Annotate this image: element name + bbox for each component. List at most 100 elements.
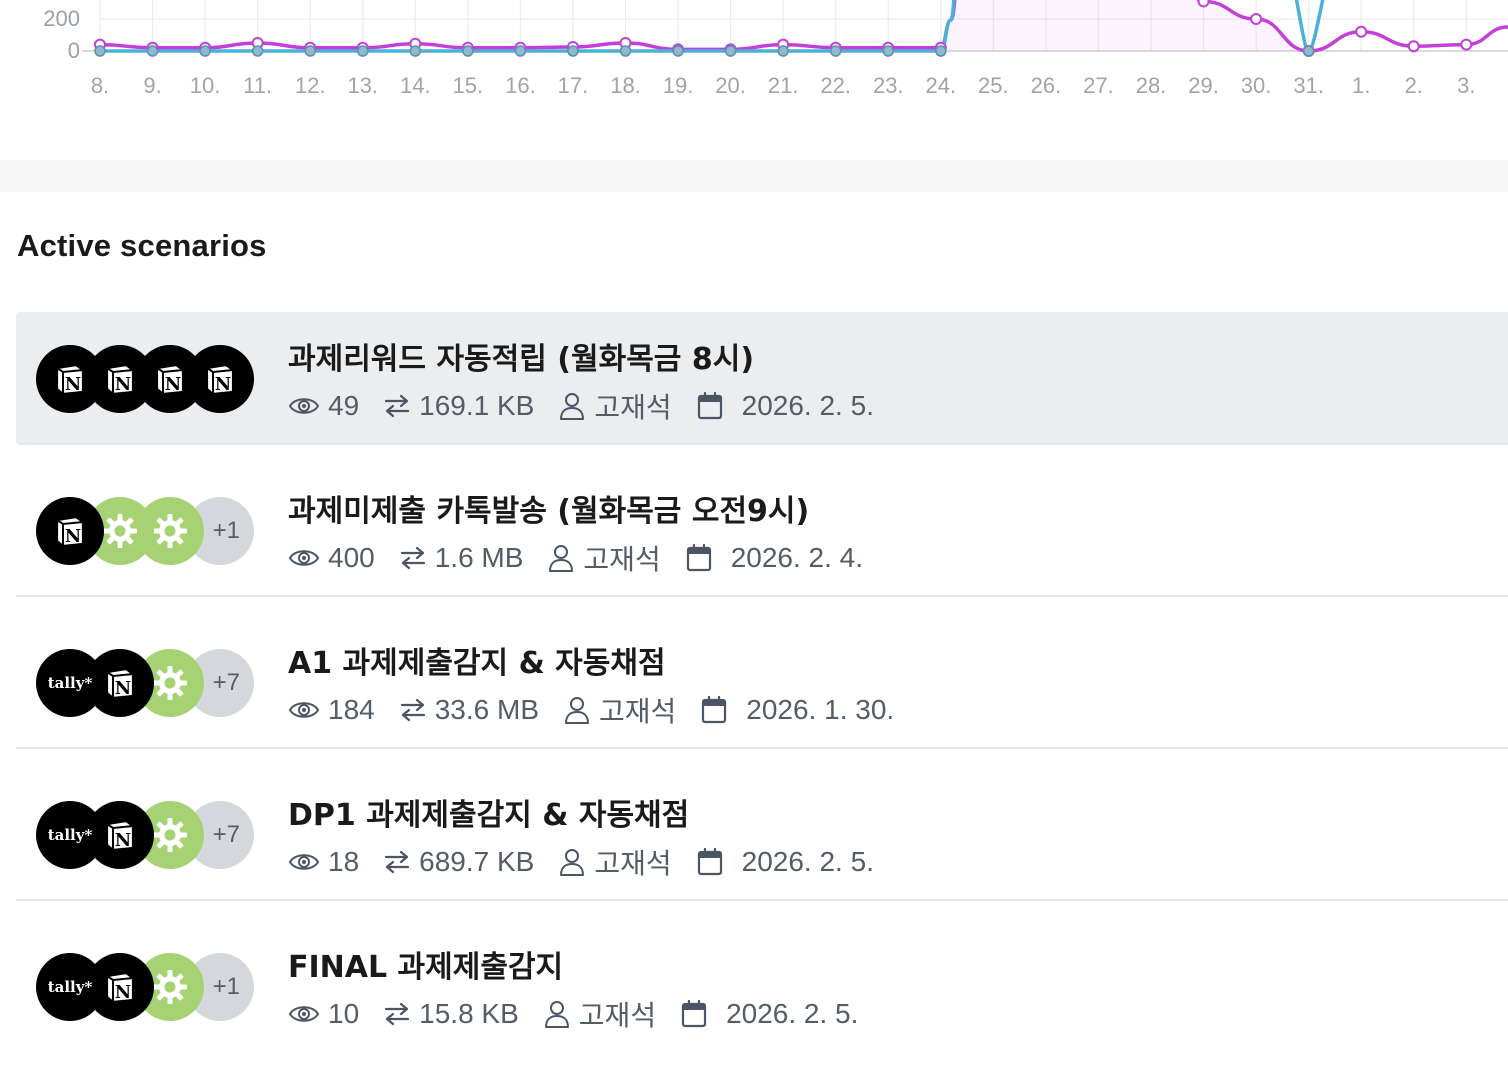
x-tick-label: 17. — [558, 73, 589, 98]
operations-count: 184 — [328, 694, 375, 725]
scenario-title[interactable]: 과제리워드 자동적립 (월화목금 8시) — [288, 334, 754, 378]
series-line — [1294, 0, 1325, 53]
calendar-icon — [696, 847, 724, 877]
user-icon — [563, 695, 591, 725]
data-point — [672, 45, 684, 57]
svg-text:N: N — [115, 830, 131, 851]
user-icon — [558, 391, 586, 421]
scenario-title[interactable]: FINAL 과제제출감지 — [288, 942, 563, 986]
data-point — [1355, 25, 1368, 38]
modified-date: 2026. 2. 5. — [726, 998, 859, 1029]
data-point — [514, 45, 527, 57]
scenario-meta: 400 1.6 MB 고재석 2026. 2. 4. — [288, 538, 887, 578]
x-tick-label: 25. — [978, 73, 1009, 98]
x-tick-label: 20. — [715, 73, 746, 98]
data-point — [1407, 40, 1420, 53]
x-tick-label: 12. — [295, 73, 326, 98]
modified-date: 2026. 2. 4. — [730, 542, 864, 573]
scenario-title[interactable]: 과제미제출 카톡발송 (월화목금 오전9시) — [288, 486, 809, 530]
data-size: 169.1 KB — [419, 390, 535, 421]
svg-text:N: N — [115, 982, 131, 1003]
modified-date: 2026. 2. 5. — [741, 390, 874, 421]
x-tick-label: 19. — [663, 73, 694, 98]
data-point — [1302, 45, 1315, 57]
data-size: 689.7 KB — [419, 846, 535, 877]
eye-icon — [288, 394, 320, 418]
x-tick-label: 30. — [1241, 73, 1272, 98]
app-icons: +1 N tally* — [36, 953, 256, 1021]
data-point — [1460, 38, 1473, 51]
scenario-row[interactable]: +1 N tally* FINAL 과제제출감지 10 15.8 KB 고재석 … — [16, 920, 1508, 1053]
svg-text:N: N — [65, 374, 81, 395]
calendar-icon — [685, 543, 713, 573]
data-point — [251, 45, 264, 57]
data-size: 15.8 KB — [419, 998, 519, 1029]
x-tick-label: 18. — [610, 73, 641, 98]
section-divider — [0, 160, 1508, 192]
transfer-icon — [399, 697, 427, 723]
app-icons: +1 N — [36, 497, 256, 565]
user-icon — [558, 847, 586, 877]
data-point — [94, 45, 106, 57]
data-point — [304, 45, 316, 57]
x-tick-label: 1. — [1352, 73, 1370, 98]
x-tick-label: 10. — [190, 73, 221, 98]
series-area — [940, 0, 1309, 51]
x-tick-label: 26. — [1031, 73, 1062, 98]
user-icon — [543, 999, 571, 1029]
scenario-meta: 49 169.1 KB 고재석 2026. 2. 5. — [288, 386, 898, 426]
y-tick-label: 200 — [43, 6, 80, 31]
y-tick-label: 0 — [68, 38, 80, 63]
scenario-row[interactable]: +7 N tally* DP1 과제제출감지 & 자동채점 18 689.7 K… — [16, 768, 1508, 901]
scenario-row[interactable]: N N N N 과제리워드 자동적립 (월화목금 8시) 49 169.1 KB… — [16, 312, 1508, 445]
owner-name: 고재석 — [599, 696, 677, 727]
x-tick-label: 23. — [873, 73, 904, 98]
x-tick-label: 11. — [243, 73, 272, 98]
scenario-title[interactable]: DP1 과제제출감지 & 자동채점 — [288, 790, 689, 834]
scenario-title[interactable]: A1 과제제출감지 & 자동채점 — [288, 638, 666, 682]
scenario-list: N N N N 과제리워드 자동적립 (월화목금 8시) 49 169.1 KB… — [16, 312, 1508, 1072]
modified-date: 2026. 1. 30. — [746, 694, 895, 725]
owner-name: 고재석 — [594, 848, 672, 879]
x-tick-label: 9. — [143, 73, 161, 98]
owner-name: 고재석 — [583, 544, 661, 575]
x-tick-label: 3. — [1457, 73, 1475, 98]
data-point — [777, 45, 789, 57]
owner-name: 고재석 — [594, 392, 672, 423]
data-point — [567, 45, 579, 57]
data-point — [409, 45, 422, 57]
tally-icon: tally* — [36, 953, 104, 1021]
data-point — [199, 45, 211, 57]
svg-text:N: N — [115, 374, 131, 395]
app-icons: +7 N tally* — [36, 649, 256, 717]
app-icons: N N N N — [36, 345, 256, 413]
transfer-icon — [383, 1001, 411, 1027]
scenario-meta: 184 33.6 MB 고재석 2026. 1. 30. — [288, 690, 918, 730]
svg-text:N: N — [165, 374, 181, 395]
calendar-icon — [700, 695, 728, 725]
eye-icon — [288, 1002, 320, 1026]
scenario-row[interactable]: +1 N 과제미제출 카톡발송 (월화목금 오전9시) 400 1.6 MB 고… — [16, 464, 1508, 597]
svg-text:N: N — [65, 526, 81, 547]
data-point — [1250, 13, 1263, 25]
data-point — [1197, 0, 1210, 8]
user-icon — [547, 543, 575, 573]
svg-text:N: N — [115, 678, 131, 699]
x-tick-label: 29. — [1188, 73, 1219, 98]
x-tick-label: 31. — [1293, 73, 1324, 98]
section-title: Active scenarios — [17, 228, 267, 263]
scenario-meta: 10 15.8 KB 고재석 2026. 2. 5. — [288, 994, 882, 1034]
transfer-icon — [383, 393, 411, 419]
x-tick-label: 16. — [505, 73, 536, 98]
app-icons: +7 N tally* — [36, 801, 256, 869]
operations-chart: 0 200 8. 9. 10. 11. 12. 13. 14. 15. 16. 17. 18. 19. 20… — [43, 0, 1508, 98]
x-tick-label: 8. — [91, 73, 109, 98]
scenario-row[interactable]: +7 N tally* A1 과제제출감지 & 자동채점 184 33.6 MB… — [16, 616, 1508, 749]
notion-icon: N — [36, 497, 104, 565]
calendar-icon — [680, 999, 708, 1029]
data-point — [935, 45, 947, 57]
eye-icon — [288, 850, 320, 874]
data-point — [146, 45, 159, 57]
series-line — [99, 0, 957, 52]
x-tick-label: 14. — [400, 73, 431, 98]
